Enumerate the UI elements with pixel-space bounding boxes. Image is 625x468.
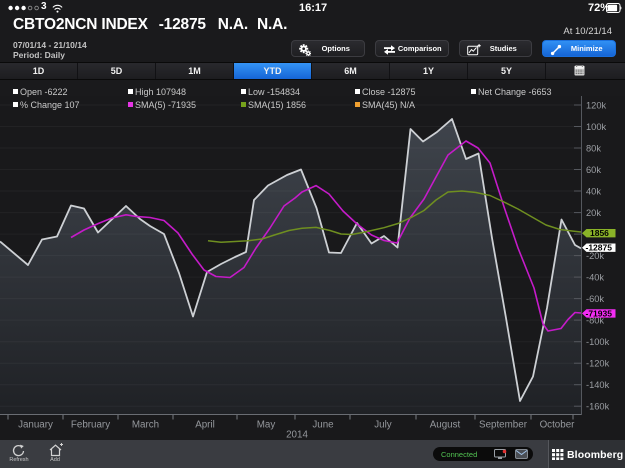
svg-text:80k: 80k — [586, 144, 601, 154]
svg-text:October: October — [540, 420, 576, 431]
svg-text:1856: 1856 — [590, 228, 609, 238]
svg-text:-60k: -60k — [586, 294, 604, 304]
svg-text:-120k: -120k — [586, 359, 610, 369]
svg-text:120k: 120k — [586, 101, 607, 111]
svg-text:January: January — [18, 420, 53, 431]
svg-text:-160k: -160k — [586, 402, 610, 412]
svg-text:-140k: -140k — [586, 380, 610, 390]
svg-text:2014: 2014 — [286, 430, 308, 441]
svg-text:-12875: -12875 — [586, 243, 613, 253]
svg-text:-100k: -100k — [586, 337, 610, 347]
svg-text:-40k: -40k — [586, 273, 604, 283]
svg-text:June: June — [312, 420, 334, 431]
svg-text:40k: 40k — [586, 187, 601, 197]
svg-text:April: April — [195, 420, 215, 431]
svg-text:August: August — [430, 420, 461, 431]
svg-text:February: February — [71, 420, 110, 431]
svg-text:100k: 100k — [586, 122, 607, 132]
svg-text:60k: 60k — [586, 165, 601, 175]
svg-text:September: September — [479, 420, 528, 431]
svg-text:20k: 20k — [586, 208, 601, 218]
svg-text:-71935: -71935 — [586, 308, 613, 318]
svg-text:March: March — [132, 420, 159, 431]
svg-text:July: July — [374, 420, 392, 431]
svg-text:May: May — [257, 420, 276, 431]
